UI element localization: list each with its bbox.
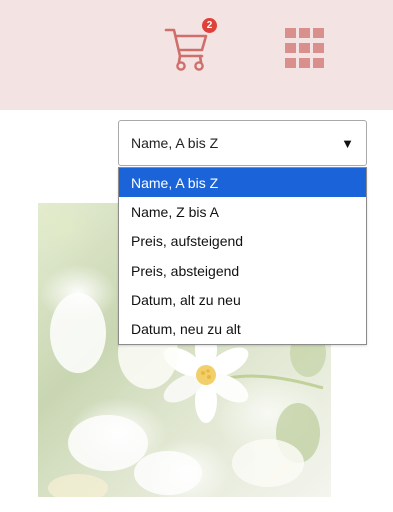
sort-option-date-old-new[interactable]: Datum, alt zu neu [119, 285, 366, 314]
sort-selected-label: Name, A bis Z [131, 135, 219, 151]
grid-view-button[interactable] [283, 26, 327, 72]
chevron-down-icon: ▼ [341, 135, 354, 151]
sort-option-price-asc[interactable]: Preis, aufsteigend [119, 227, 366, 256]
top-bar: 2 [0, 0, 393, 110]
cart-button[interactable]: 2 [160, 16, 217, 78]
sort-option-price-desc[interactable]: Preis, absteigend [119, 256, 366, 285]
cart-count-badge: 2 [202, 18, 217, 33]
sort-dropdown[interactable]: Name, A bis Z ▼ [118, 120, 367, 166]
sort-option-date-new-old[interactable]: Datum, neu zu alt [119, 315, 366, 344]
sort-option-name-desc[interactable]: Name, Z bis A [119, 197, 366, 226]
sort-option-name-asc[interactable]: Name, A bis Z [119, 168, 366, 198]
grid-icon [285, 28, 324, 68]
sort-options-list: Name, A bis Z Name, Z bis A Preis, aufst… [118, 167, 367, 345]
